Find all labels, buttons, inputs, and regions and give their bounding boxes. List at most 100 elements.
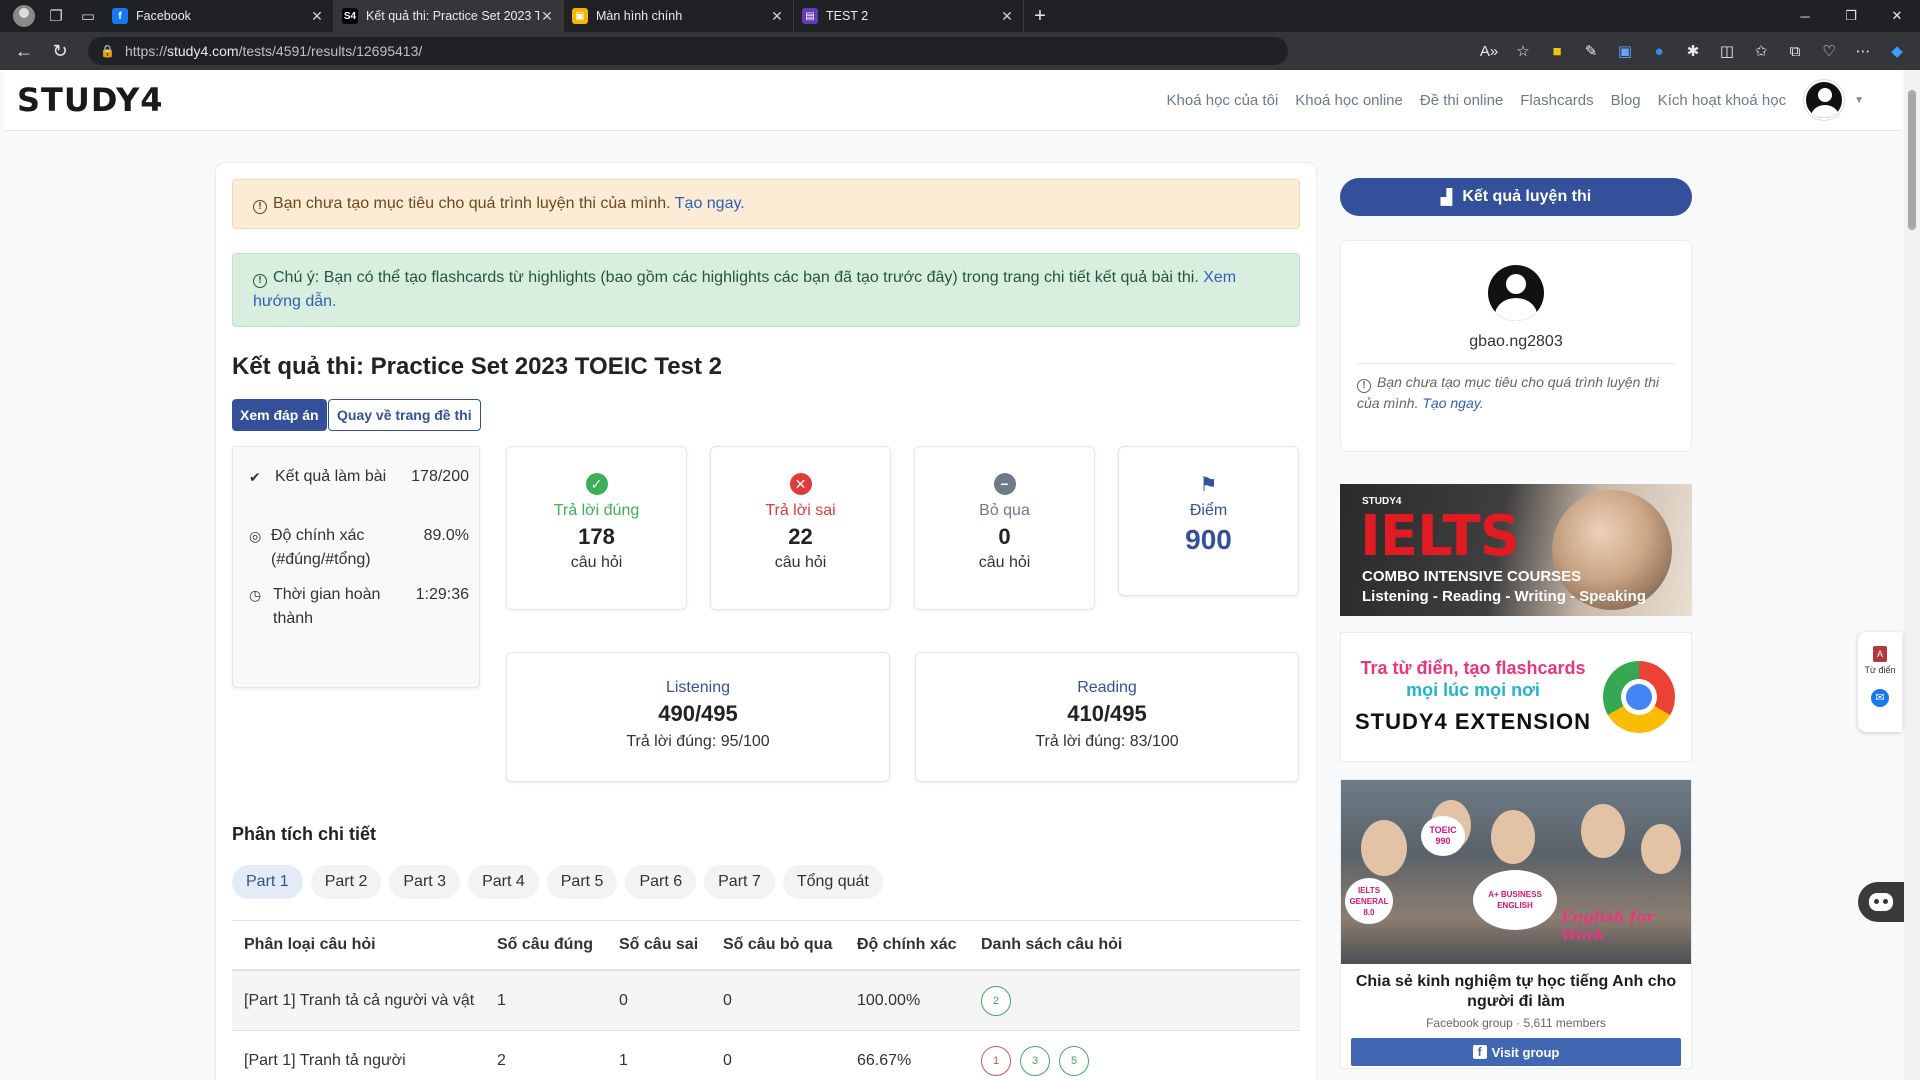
performance-icon[interactable]: ♡ — [1812, 36, 1846, 66]
close-tab-icon[interactable]: ✕ — [769, 8, 785, 25]
extensions-icon[interactable]: ✱ — [1676, 36, 1710, 66]
visit-group-button[interactable]: f Visit group — [1351, 1038, 1681, 1066]
dictionary-icon[interactable]: A — [1873, 646, 1887, 662]
score-value: 178/200 — [411, 468, 469, 485]
nav-online-courses[interactable]: Khoá học online — [1295, 92, 1403, 109]
username: gbao.ng2803 — [1469, 333, 1563, 350]
close-window-button[interactable]: ✕ — [1874, 0, 1920, 32]
practice-results-button[interactable]: ▟ Kết quả luyện thi — [1340, 178, 1692, 216]
col-correct: Số câu đúng — [497, 936, 593, 953]
minimize-button[interactable]: ─ — [1782, 0, 1828, 32]
close-tab-icon[interactable]: ✕ — [309, 8, 325, 25]
time-value: 1:29:36 — [415, 586, 469, 603]
tab-part-1[interactable]: Part 1 — [232, 865, 303, 899]
back-to-test-button[interactable]: Quay về trang đề thi — [328, 399, 481, 431]
dictionary-label: Từ điển — [1864, 665, 1896, 675]
main-nav: Khoá học của tôi Khoá học online Đề thi … — [1150, 80, 1864, 120]
nav-blog[interactable]: Blog — [1611, 92, 1641, 109]
extension-ad-banner[interactable]: Tra từ điển, tạo flashcards mọi lúc mọi … — [1340, 632, 1692, 762]
workspaces-icon[interactable]: ❐ — [40, 0, 72, 32]
chevron-down-icon[interactable]: ▼ — [1854, 95, 1864, 106]
ad-ielts-title: IELTS — [1360, 504, 1520, 569]
stat-skipped-value: 0 — [998, 524, 1011, 549]
nav-online-tests[interactable]: Đề thi online — [1420, 92, 1503, 109]
tab-part-3[interactable]: Part 3 — [389, 865, 461, 899]
group-title[interactable]: Chia sẻ kinh nghiệm tự học tiếng Anh cho… — [1341, 972, 1691, 1012]
stat-skipped: − Bỏ qua 0 câu hỏi — [914, 446, 1095, 610]
collections-icon[interactable]: ⧉ — [1778, 36, 1812, 66]
menu-icon[interactable]: ⋯ — [1846, 36, 1880, 66]
browser-tab[interactable]: ▣ Màn hình chính ✕ — [564, 0, 794, 32]
scrollbar-thumb[interactable] — [1908, 90, 1916, 230]
nav-flashcards[interactable]: Flashcards — [1520, 92, 1593, 109]
info-icon: ! — [253, 200, 267, 214]
refresh-icon[interactable]: ↻ — [42, 32, 78, 70]
profile-create-goal-link[interactable]: Tạo ngay. — [1422, 395, 1483, 411]
restore-button[interactable]: ❐ — [1828, 0, 1874, 32]
facebook-icon: f — [1472, 1045, 1487, 1059]
read-aloud-icon[interactable]: A» — [1472, 36, 1506, 66]
stat-correct: ✓ Trả lời đúng 178 câu hỏi — [506, 446, 687, 610]
tab-part-8[interactable]: Tổng quát — [782, 865, 883, 899]
close-tab-icon[interactable]: ✕ — [539, 8, 555, 25]
study4-logo[interactable]: STUDY4 — [17, 81, 164, 119]
col-accuracy: Độ chính xác — [857, 936, 957, 953]
stat-wrong-label: Trả lời sai — [765, 502, 836, 519]
favorite-star-icon[interactable]: ☆ — [1506, 36, 1540, 66]
profile-icon[interactable] — [8, 0, 40, 32]
business-bubble: A+ BUSINESS ENGLISH — [1473, 870, 1557, 930]
tab-part-5[interactable]: Part 5 — [546, 865, 618, 899]
minus-circle-icon: − — [993, 473, 1016, 495]
tab-part-4[interactable]: Part 4 — [468, 865, 539, 899]
profile-card: gbao.ng2803 ! Bạn chưa tạo mục tiêu cho q… — [1340, 240, 1692, 452]
copilot-icon[interactable]: ◆ — [1880, 36, 1914, 66]
facebook-group-card: TOEIC 990 IELTS GENERAL 8.0 A+ BUSINESS … — [1340, 779, 1692, 1069]
question-bubble[interactable]: 5 — [1059, 1045, 1089, 1076]
tab-part-2[interactable]: Part 2 — [310, 865, 382, 899]
new-tab-button[interactable]: + — [1024, 0, 1056, 32]
extension-2-icon[interactable]: ✎ — [1574, 36, 1608, 66]
tab-part-6[interactable]: Part 6 — [625, 865, 697, 899]
extension-1-icon[interactable]: ■ — [1540, 36, 1574, 66]
user-avatar[interactable] — [1804, 80, 1845, 120]
tab-actions-icon[interactable]: ▭ — [72, 0, 104, 32]
slides-icon: ▣ — [572, 8, 588, 24]
stat-wrong-unit: câu hỏi — [774, 554, 827, 571]
extension-3-icon[interactable]: ▣ — [1608, 36, 1642, 66]
divider — [1357, 363, 1675, 364]
ext-ad-headline: Tra từ điển, tạo flashcards mọi lúc mọi … — [1353, 657, 1593, 701]
view-answers-button[interactable]: Xem đáp án — [232, 399, 327, 431]
url-field[interactable]: 🔒 https://study4.com/tests/4591/results/… — [88, 37, 1288, 65]
browser-tab[interactable]: f Facebook ✕ — [104, 0, 334, 32]
close-tab-icon[interactable]: ✕ — [999, 8, 1015, 25]
nav-activate-course[interactable]: Kích hoạt khoá học — [1658, 92, 1786, 109]
target-icon: ◎ — [249, 528, 262, 544]
ielts-ad-banner[interactable]: STUDY4 IELTS COMBO INTENSIVE COURSES Lis… — [1340, 484, 1692, 616]
chatbot-button[interactable] — [1858, 882, 1904, 922]
goal-alert-text: Bạn chưa tạo mục tiêu cho quá trình luyệ… — [273, 195, 671, 212]
create-goal-link[interactable]: Tạo ngay. — [675, 195, 745, 212]
nav-my-courses[interactable]: Khoá học của tôi — [1167, 92, 1279, 109]
tab-part-7[interactable]: Part 7 — [704, 865, 775, 899]
profile-avatar[interactable] — [1488, 265, 1544, 321]
stat-wrong: ✕ Trả lời sai 22 câu hỏi — [710, 446, 891, 610]
check-circle-icon: ✓ — [585, 473, 608, 495]
favorites-icon[interactable]: ✩ — [1744, 36, 1778, 66]
url-prefix: https:// — [124, 43, 167, 59]
question-bubble[interactable]: 3 — [1020, 1045, 1050, 1076]
question-bubble[interactable]: 2 — [981, 985, 1011, 1016]
cell-accuracy: 66.67% — [857, 1051, 912, 1069]
extension-4-icon[interactable]: ● — [1642, 36, 1676, 66]
cell-questions: 2 — [981, 985, 1300, 1016]
browser-tab[interactable]: ▤ TEST 2 ✕ — [794, 0, 1024, 32]
browser-tab[interactable]: S4 Kết quả thi: Practice Set 2023 TOEIC✕ — [334, 0, 564, 32]
toeic-bubble: TOEIC 990 — [1421, 816, 1465, 856]
back-icon[interactable]: ← — [6, 32, 42, 70]
split-screen-icon[interactable]: ◫ — [1710, 36, 1744, 66]
stat-correct-unit: câu hỏi — [570, 554, 623, 571]
page-scrollbar[interactable] — [1904, 70, 1920, 1080]
messenger-icon[interactable]: ✉ — [1871, 689, 1889, 707]
tab-title: Màn hình chính — [596, 9, 683, 23]
question-bubble[interactable]: 1 — [981, 1045, 1011, 1076]
visit-group-label: Visit group — [1491, 1044, 1560, 1060]
